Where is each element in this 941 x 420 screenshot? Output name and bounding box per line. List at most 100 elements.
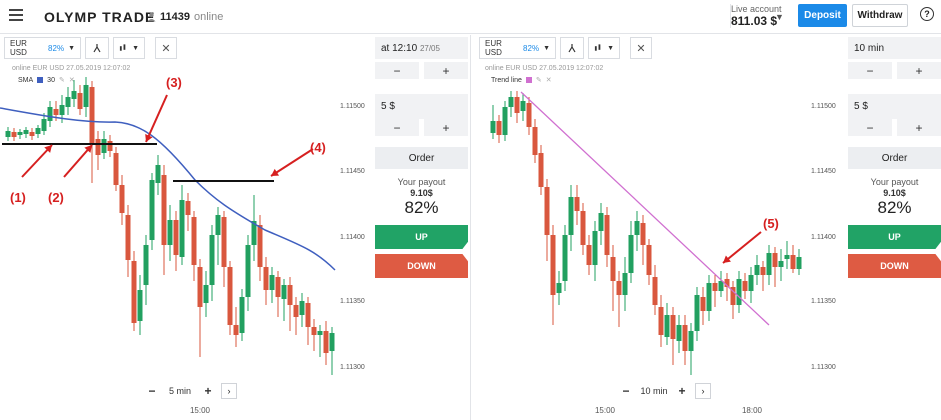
- annotation-arrow: [270, 148, 314, 177]
- price-tick-label: 1.11500: [340, 103, 365, 110]
- candle-body: [550, 235, 556, 295]
- candle-body: [658, 307, 664, 335]
- price-tick-label: 1.11300: [340, 364, 365, 371]
- candle-body: [95, 139, 101, 155]
- help-icon[interactable]: ?: [920, 7, 934, 21]
- candle-body: [634, 221, 640, 235]
- annotation-arrow: [722, 231, 762, 264]
- users-icon: [147, 12, 156, 22]
- order-button[interactable]: Order: [848, 147, 941, 169]
- chevron-down-icon[interactable]: ▼: [775, 12, 784, 22]
- logo: OLYMP TRADE: [44, 9, 156, 25]
- payout-percent: 82%: [404, 198, 439, 217]
- candle-body: [23, 130, 29, 134]
- next-button[interactable]: ›: [695, 383, 711, 399]
- zoom-label: 10 min: [640, 386, 668, 396]
- online-indicator: 11439 online: [147, 11, 223, 23]
- amount-field[interactable]: 5 $: [375, 94, 468, 119]
- annotation-arrow: [145, 94, 168, 143]
- zoom-control: − 5 min + ›: [143, 383, 237, 399]
- order-button[interactable]: Order: [375, 147, 468, 169]
- candle-body: [293, 305, 299, 317]
- candle-body: [496, 121, 502, 135]
- expiry-minus-button[interactable]: −: [375, 62, 419, 79]
- candle-body: [35, 128, 41, 134]
- time-tick-label: 15:00: [190, 406, 211, 415]
- amount-minus-button[interactable]: −: [375, 119, 419, 136]
- candle-body: [790, 255, 796, 269]
- expiry-plus-button[interactable]: +: [424, 62, 468, 79]
- candle-body: [688, 331, 694, 351]
- candle-body: [329, 333, 335, 351]
- payout-label: Your payout: [397, 177, 446, 187]
- expiry-minus-button[interactable]: −: [848, 62, 892, 79]
- amount-plus-button[interactable]: +: [424, 119, 468, 136]
- down-button[interactable]: DOWN: [375, 254, 468, 278]
- candle-body: [149, 180, 155, 240]
- candle-body: [275, 277, 281, 297]
- withdraw-button[interactable]: Withdraw: [852, 4, 908, 27]
- up-button[interactable]: UP: [375, 225, 468, 249]
- candle-body: [227, 267, 233, 325]
- expiry-field[interactable]: at 12:10 27/05: [375, 37, 468, 59]
- candle-body: [604, 215, 610, 255]
- candle-body: [269, 275, 275, 290]
- candle-body: [167, 220, 173, 245]
- annotation-label: (1): [10, 190, 26, 205]
- candle-body: [83, 85, 89, 107]
- account-type: Live account: [731, 4, 782, 14]
- account-selector[interactable]: Live account 811.03 $: [730, 4, 798, 28]
- candle-body: [299, 301, 305, 315]
- candle-body: [616, 281, 622, 295]
- candle-body: [59, 105, 65, 115]
- expiry-field[interactable]: 10 min: [848, 37, 941, 59]
- candle-body: [580, 211, 586, 245]
- account-balance: 811.03 $: [731, 14, 778, 28]
- zoom-in-button[interactable]: +: [673, 383, 691, 399]
- up-button[interactable]: UP: [848, 225, 941, 249]
- annotation-label: (3): [166, 75, 182, 90]
- amount-field[interactable]: 5 $: [848, 94, 941, 119]
- right-chart[interactable]: 1.11500 1.11450 1.11400 1.11350 1.11300 15:0…: [471, 35, 841, 420]
- candle-body: [161, 175, 167, 245]
- down-button[interactable]: DOWN: [848, 254, 941, 278]
- amount-minus-button[interactable]: −: [848, 119, 892, 136]
- zoom-in-button[interactable]: +: [199, 383, 217, 399]
- candle-body: [556, 283, 562, 293]
- candle-body: [305, 303, 311, 327]
- price-tick-label: 1.11450: [811, 168, 836, 175]
- candle-body: [89, 87, 95, 145]
- candle-body: [796, 257, 802, 269]
- candle-body: [670, 315, 676, 339]
- expiry-date: 27/05: [419, 43, 440, 53]
- zoom-out-button[interactable]: −: [617, 383, 635, 399]
- candle-body: [65, 97, 71, 107]
- candle-body: [514, 97, 520, 113]
- candle-body: [694, 295, 700, 331]
- candle-body: [544, 187, 550, 235]
- candle-body: [221, 217, 227, 267]
- annotation-label: (2): [48, 190, 64, 205]
- candle-body: [185, 201, 191, 215]
- deposit-button[interactable]: Deposit: [798, 4, 847, 27]
- candle-body: [784, 255, 790, 259]
- menu-icon[interactable]: [9, 9, 23, 21]
- amount-plus-button[interactable]: +: [897, 119, 941, 136]
- candle-body: [700, 297, 706, 311]
- zoom-label: 5 min: [168, 386, 191, 396]
- candle-body: [101, 139, 107, 153]
- price-tick-label: 1.11500: [811, 103, 836, 110]
- candle-body: [676, 325, 682, 341]
- annotation-label: (5): [763, 216, 779, 231]
- online-count: 11439: [160, 11, 190, 23]
- candle-body: [107, 141, 113, 151]
- left-chart[interactable]: 1.11500 1.11450 1.11400 1.11350 1.11300 15:0…: [0, 35, 370, 420]
- top-bar: OLYMP TRADE 11439 online Live account 81…: [0, 0, 941, 34]
- candle-body: [143, 245, 149, 285]
- next-button[interactable]: ›: [221, 383, 237, 399]
- zoom-out-button[interactable]: −: [143, 383, 161, 399]
- payout-amount: 9.10$: [883, 188, 906, 198]
- candle-body: [508, 97, 514, 107]
- expiry-plus-button[interactable]: +: [897, 62, 941, 79]
- candle-body: [191, 217, 197, 265]
